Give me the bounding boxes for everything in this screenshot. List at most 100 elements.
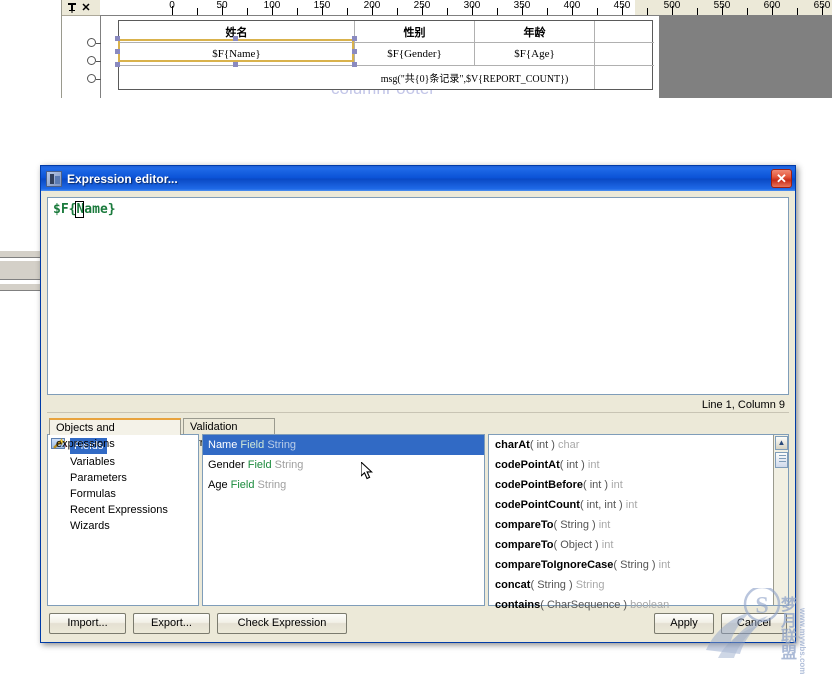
check-expression-button[interactable]: Check Expression: [217, 613, 347, 634]
method-row[interactable]: contains( CharSequence ) boolean: [489, 595, 788, 615]
ruler-tick-label: 100: [263, 0, 281, 11]
tab-bar: Objects and expressions Validation error…: [49, 418, 789, 450]
methods-list: charAt( int ) char codePointAt( int ) int…: [489, 435, 788, 615]
method-name: charAt: [495, 439, 530, 451]
footer-cell-empty-1[interactable]: [119, 66, 355, 89]
close-panel-icon[interactable]: ✕: [80, 2, 92, 14]
method-row[interactable]: compareToIgnoreCase( String ) int: [489, 555, 788, 575]
ruler-tick-label: 350: [513, 0, 531, 11]
panel-strip-3: [0, 283, 40, 291]
method-return-type: int: [611, 479, 623, 491]
header-cell-age[interactable]: 年龄: [475, 21, 595, 42]
field-name: Gender: [208, 459, 245, 471]
tab-objects-and-expressions[interactable]: Objects and expressions: [49, 418, 181, 450]
panel-strip-2: [0, 260, 40, 280]
tab-validation-errors[interactable]: Validation errors: [183, 418, 275, 449]
method-return-type: char: [557, 439, 580, 451]
export-button[interactable]: Export...: [133, 613, 210, 634]
detail-cell-age[interactable]: $F{Age}: [475, 43, 595, 65]
dialog-body: $F{Name} Line 1, Column 9 Objects and ex…: [41, 191, 795, 642]
methods-scrollbar[interactable]: ▲: [773, 435, 788, 605]
method-row[interactable]: compareTo( String ) int: [489, 515, 788, 535]
ruler-tick-label: 500: [663, 0, 681, 11]
field-kind: Field: [244, 459, 275, 471]
field-kind: Field: [227, 479, 258, 491]
ruler-tick-label: 0: [169, 0, 175, 11]
method-name: codePointBefore: [495, 479, 584, 491]
method-row[interactable]: codePointBefore( int ) int: [489, 475, 788, 495]
pin-icon[interactable]: [66, 2, 78, 14]
dialog-title: Expression editor...: [67, 171, 178, 186]
detail-cell-empty[interactable]: [595, 43, 654, 65]
resize-handle-nw[interactable]: [115, 36, 120, 41]
detail-cell-gender[interactable]: $F{Gender}: [355, 43, 475, 65]
resize-handle-ne[interactable]: [352, 36, 357, 41]
band-marker-columnfooter[interactable]: [87, 74, 96, 83]
resize-handle-e[interactable]: [352, 49, 357, 54]
method-row[interactable]: concat( String ) String: [489, 575, 788, 595]
band-marker-columnheader[interactable]: [87, 38, 96, 47]
resize-handle-se[interactable]: [352, 62, 357, 67]
method-params: ( int ): [559, 459, 588, 471]
field-name: Age: [208, 479, 228, 491]
tree-item-parameters[interactable]: Parameters: [48, 438, 198, 486]
field-row-name[interactable]: Name Field String: [203, 435, 484, 455]
ruler-tick-minor: [597, 8, 598, 15]
scrollbar-thumb[interactable]: [775, 452, 788, 468]
method-return-type: int: [625, 499, 638, 511]
ruler-tick-label: 650: [813, 0, 831, 11]
ruler-tick-minor: [697, 8, 698, 15]
cancel-button[interactable]: Cancel: [721, 613, 787, 634]
resize-handle-sw[interactable]: [115, 62, 120, 67]
text-caret: [75, 201, 84, 218]
expression-editor-icon: [46, 170, 62, 187]
header-cell-empty[interactable]: [595, 21, 654, 42]
selected-element-outline[interactable]: [115, 36, 357, 67]
tree-item-label: Parameters: [70, 472, 127, 484]
field-type: String: [274, 459, 304, 471]
tree-item-formulas[interactable]: Formulas: [48, 438, 198, 502]
method-return-type: int: [658, 559, 671, 571]
expression-editor-dialog: Expression editor... ✕ $F{Name} Line 1, …: [40, 165, 796, 643]
methods-list-panel[interactable]: charAt( int ) char codePointAt( int ) int…: [488, 434, 789, 611]
method-row[interactable]: charAt( int ) char: [489, 435, 788, 455]
object-tree-panel[interactable]: FieldsVariablesParametersFormulasRecent …: [47, 434, 199, 606]
ruler-tick-label: 150: [313, 0, 331, 11]
method-return-type: int: [587, 459, 600, 471]
ruler-tick-minor: [397, 8, 398, 15]
ruler-tick-label: 300: [463, 0, 481, 11]
method-name: codePointCount: [495, 499, 580, 511]
apply-button[interactable]: Apply: [654, 613, 714, 634]
ruler-tick-minor: [797, 8, 798, 15]
resize-handle-w[interactable]: [115, 49, 120, 54]
close-icon[interactable]: ✕: [771, 169, 792, 188]
band-marker-detail[interactable]: [87, 56, 96, 65]
method-row[interactable]: codePointCount( int, int ) int: [489, 495, 788, 515]
field-row-age[interactable]: Age Field String: [203, 475, 484, 495]
footer-cell-count-expression[interactable]: msg("共{0}条记录",$V{REPORT_COUNT}): [355, 66, 595, 89]
method-name: contains: [495, 599, 541, 611]
tree-item-recent-expressions[interactable]: Recent Expressions: [48, 438, 198, 518]
ruler-tick-label: 200: [363, 0, 381, 11]
expression-text-area[interactable]: $F{Name}: [47, 197, 789, 395]
method-row[interactable]: compareTo( Object ) int: [489, 535, 788, 555]
field-row-gender[interactable]: Gender Field String: [203, 455, 484, 475]
field-name: Name: [208, 439, 238, 451]
method-params: ( String ): [613, 559, 659, 571]
tree-item-wizards[interactable]: Wizards: [48, 438, 198, 534]
tree-item-variables[interactable]: Variables: [48, 438, 198, 470]
resize-handle-s[interactable]: [233, 62, 238, 67]
fields-list: Name Field String Gender Field String Age …: [203, 435, 484, 495]
scroll-up-arrow-icon[interactable]: ▲: [775, 436, 788, 450]
ruler-tick-minor: [547, 8, 548, 15]
footer-cell-empty-2[interactable]: [595, 66, 654, 89]
resize-handle-n[interactable]: [233, 36, 238, 41]
method-row[interactable]: codePointAt( int ) int: [489, 455, 788, 475]
import-button[interactable]: Import...: [49, 613, 126, 634]
method-params: ( CharSequence ): [540, 599, 631, 611]
tree-item-label: Recent Expressions: [70, 504, 168, 516]
dialog-titlebar[interactable]: Expression editor... ✕: [41, 166, 795, 191]
fields-list-panel[interactable]: Name Field String Gender Field String Age …: [202, 434, 485, 606]
method-params: ( int ): [583, 479, 612, 491]
header-cell-gender[interactable]: 性别: [355, 21, 475, 42]
